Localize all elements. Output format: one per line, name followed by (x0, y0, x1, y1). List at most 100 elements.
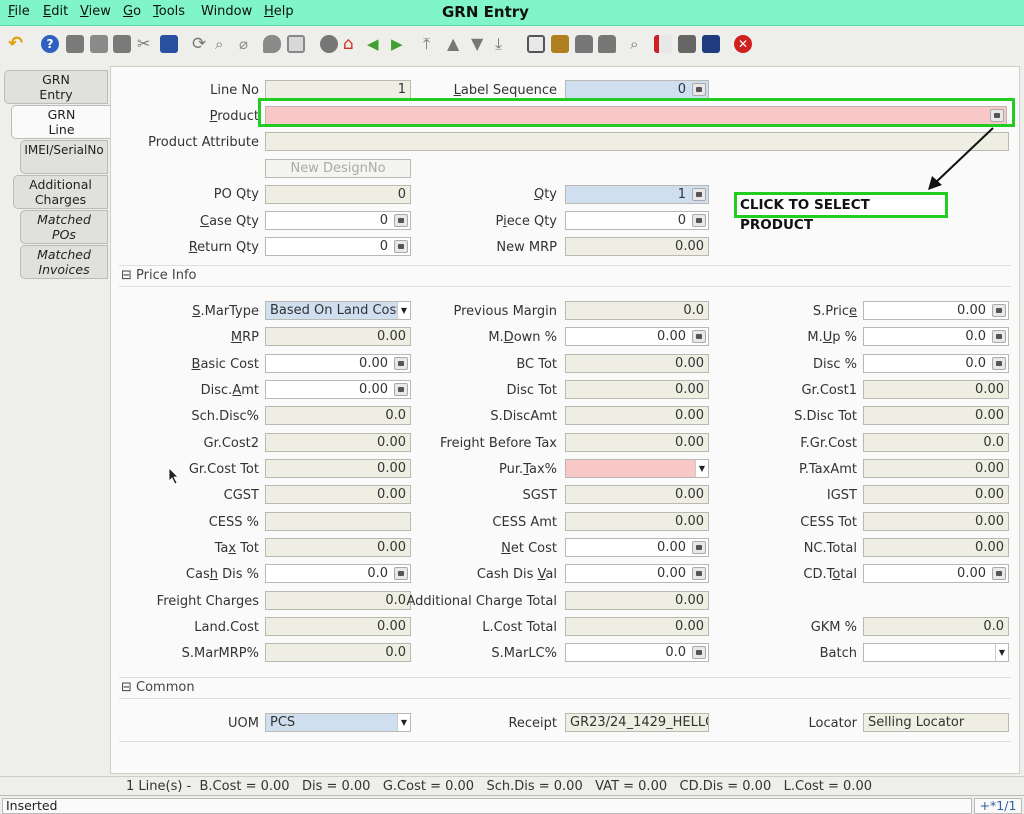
chevron-down-icon[interactable]: ▼ (397, 714, 410, 731)
find-icon[interactable]: ⌕ (215, 35, 233, 53)
mrp-field[interactable]: 0.00 (265, 327, 411, 346)
last-record-icon[interactable]: ⤓ (495, 35, 513, 53)
menu-file[interactable]: File (8, 4, 30, 19)
history-icon[interactable] (320, 35, 338, 53)
calculator-icon[interactable] (394, 567, 408, 580)
calculator-icon[interactable] (692, 646, 706, 659)
copy-icon[interactable] (90, 35, 108, 53)
calculator-icon[interactable] (992, 304, 1006, 317)
new-icon[interactable] (66, 35, 84, 53)
sgst-field[interactable]: 0.00 (565, 485, 709, 504)
cash-dis-field[interactable]: 0.0 (265, 564, 411, 583)
new-mrp-field[interactable]: 0.00 (565, 237, 709, 256)
menu-tools[interactable]: Tools (153, 4, 185, 19)
menu-go[interactable]: Go (123, 4, 141, 19)
grcost2-field[interactable]: 0.00 (265, 433, 411, 452)
freight-before-tax-field[interactable]: 0.00 (565, 433, 709, 452)
close-window-icon[interactable] (702, 35, 720, 53)
fgrcost-field[interactable]: 0.0 (863, 433, 1009, 452)
undo-icon[interactable]: ↶ (8, 35, 26, 53)
cess-tot-field[interactable]: 0.00 (863, 512, 1009, 531)
land-cost-field[interactable]: 0.00 (265, 617, 411, 636)
label-sequence-field[interactable]: 0 (565, 80, 709, 99)
qty-field[interactable]: 1 (565, 185, 709, 204)
batch-select[interactable]: ▼ (863, 643, 1009, 662)
return-qty-field[interactable]: 0 (265, 237, 411, 256)
tab-matched-pos[interactable]: Matched POs (20, 210, 108, 244)
first-record-icon[interactable]: ⤒ (423, 35, 441, 53)
product-attribute-field[interactable] (265, 132, 1009, 151)
chevron-down-icon[interactable]: ▼ (995, 644, 1008, 661)
attachment-icon[interactable]: ⌀ (239, 35, 257, 53)
tab-imei-serialno[interactable]: IMEI/SerialNo (20, 140, 108, 174)
lcost-total-field[interactable]: 0.00 (565, 617, 709, 636)
line-no-field[interactable]: 1 (265, 80, 411, 99)
print-icon[interactable] (598, 35, 616, 53)
gkm-field[interactable]: 0.0 (863, 617, 1009, 636)
smarlc-field[interactable]: 0.0 (565, 643, 709, 662)
zoom-across-icon[interactable]: ⌕ (630, 35, 648, 53)
menu-help[interactable]: Help (264, 4, 294, 19)
next-record-icon[interactable]: ▼ (471, 35, 489, 53)
calculator-icon[interactable] (692, 567, 706, 580)
tab-grn-entry[interactable]: GRN Entry (4, 70, 108, 104)
calculator-icon[interactable] (394, 240, 408, 253)
common-section[interactable]: ⊟ Common (119, 677, 1011, 699)
smarmrp-field[interactable]: 0.0 (265, 643, 411, 662)
mup-field[interactable]: 0.0 (863, 327, 1009, 346)
parent-icon[interactable]: ◀ (367, 35, 385, 53)
calculator-icon[interactable] (692, 214, 706, 227)
calculator-icon[interactable] (394, 357, 408, 370)
product-info-icon[interactable] (678, 35, 696, 53)
chevron-down-icon[interactable]: ▼ (695, 460, 708, 477)
ptaxamt-field[interactable]: 0.00 (863, 459, 1009, 478)
calculator-icon[interactable] (692, 330, 706, 343)
disc-pct-field[interactable]: 0.0 (863, 354, 1009, 373)
cut-icon[interactable]: ✂ (137, 35, 155, 53)
grcost1-field[interactable]: 0.00 (863, 380, 1009, 399)
locator-field[interactable]: Selling Locator (863, 713, 1009, 732)
chevron-down-icon[interactable]: ▼ (397, 302, 410, 319)
basic-cost-field[interactable]: 0.00 (265, 354, 411, 373)
disc-tot-field[interactable]: 0.00 (565, 380, 709, 399)
cash-dis-val-field[interactable]: 0.00 (565, 564, 709, 583)
grcost-tot-field[interactable]: 0.00 (265, 459, 411, 478)
po-qty-field[interactable]: 0 (265, 185, 411, 204)
sdiscamt-field[interactable]: 0.00 (565, 406, 709, 425)
delete-icon[interactable] (113, 35, 131, 53)
disc-amt-field[interactable]: 0.00 (265, 380, 411, 399)
calculator-icon[interactable] (992, 567, 1006, 580)
previous-record-icon[interactable]: ▲ (447, 35, 465, 53)
calculator-icon[interactable] (394, 383, 408, 396)
purtax-select[interactable]: ▼ (565, 459, 709, 478)
additional-charge-total-field[interactable]: 0.00 (565, 591, 709, 610)
cess-pct-field[interactable] (265, 512, 411, 531)
refresh-icon[interactable]: ⟳ (192, 35, 210, 53)
detail-icon[interactable]: ▶ (391, 35, 409, 53)
home-icon[interactable]: ⌂ (343, 35, 361, 53)
igst-field[interactable]: 0.00 (863, 485, 1009, 504)
save-icon[interactable] (160, 35, 178, 53)
calculator-icon[interactable] (394, 214, 408, 227)
exit-icon[interactable]: ✕ (734, 35, 752, 53)
piece-qty-field[interactable]: 0 (565, 211, 709, 230)
previous-margin-field[interactable]: 0.0 (565, 301, 709, 320)
receipt-field[interactable]: GR23/24_1429_HELLC (565, 713, 709, 732)
help-icon[interactable]: ? (41, 35, 59, 53)
mdown-field[interactable]: 0.00 (565, 327, 709, 346)
report-icon[interactable] (527, 35, 545, 53)
cd-total-field[interactable]: 0.00 (863, 564, 1009, 583)
menu-window[interactable]: Window (201, 4, 252, 19)
calculator-icon[interactable] (692, 541, 706, 554)
record-indicator[interactable]: +*1/1 (974, 798, 1022, 814)
calculator-icon[interactable] (692, 83, 706, 96)
calculator-icon[interactable] (992, 357, 1006, 370)
menu-view[interactable]: View (80, 4, 111, 19)
tab-grn-line[interactable]: GRN Line (11, 105, 111, 139)
net-cost-field[interactable]: 0.00 (565, 538, 709, 557)
tax-tot-field[interactable]: 0.00 (265, 538, 411, 557)
menu-edit[interactable]: Edit (43, 4, 68, 19)
tab-matched-invoices[interactable]: Matched Invoices (20, 245, 108, 279)
calculator-icon[interactable] (992, 330, 1006, 343)
freight-charges-field[interactable]: 0.0 (265, 591, 411, 610)
